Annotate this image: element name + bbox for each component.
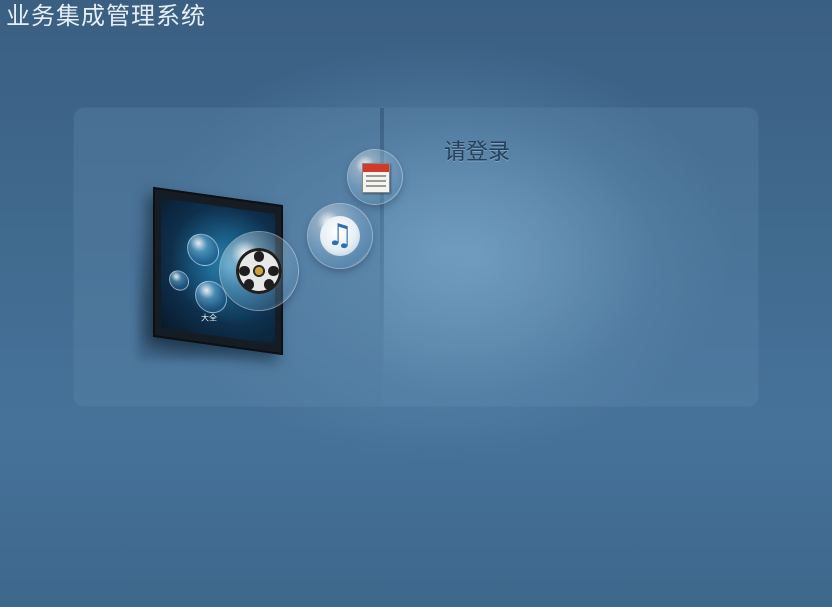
reel-hole [239,265,250,277]
app-title: 业务集成管理系统 [6,2,206,30]
film-reel-icon [235,247,283,295]
reel-hole [253,251,265,262]
film-reel-bubble [220,232,298,310]
music-bubble: ♫ [308,204,372,268]
tv-bubble-icon [187,231,219,269]
media-illustration: 大全 ♫ [130,140,420,370]
news-line [366,180,386,183]
news-bubble [348,150,402,204]
newspaper-icon [362,162,390,194]
reel-hole [244,279,255,290]
music-note-icon: ♫ [319,215,361,257]
panel-right-login-area [384,108,758,406]
news-line [366,175,386,178]
login-heading: 请登录 [444,140,511,165]
reel-hole [268,265,279,277]
reel-hole [263,279,274,290]
news-line [366,185,386,188]
tv-bubble-icon [169,269,189,292]
tv-screen-label: 大全 [201,313,217,323]
news-tag [363,163,389,172]
